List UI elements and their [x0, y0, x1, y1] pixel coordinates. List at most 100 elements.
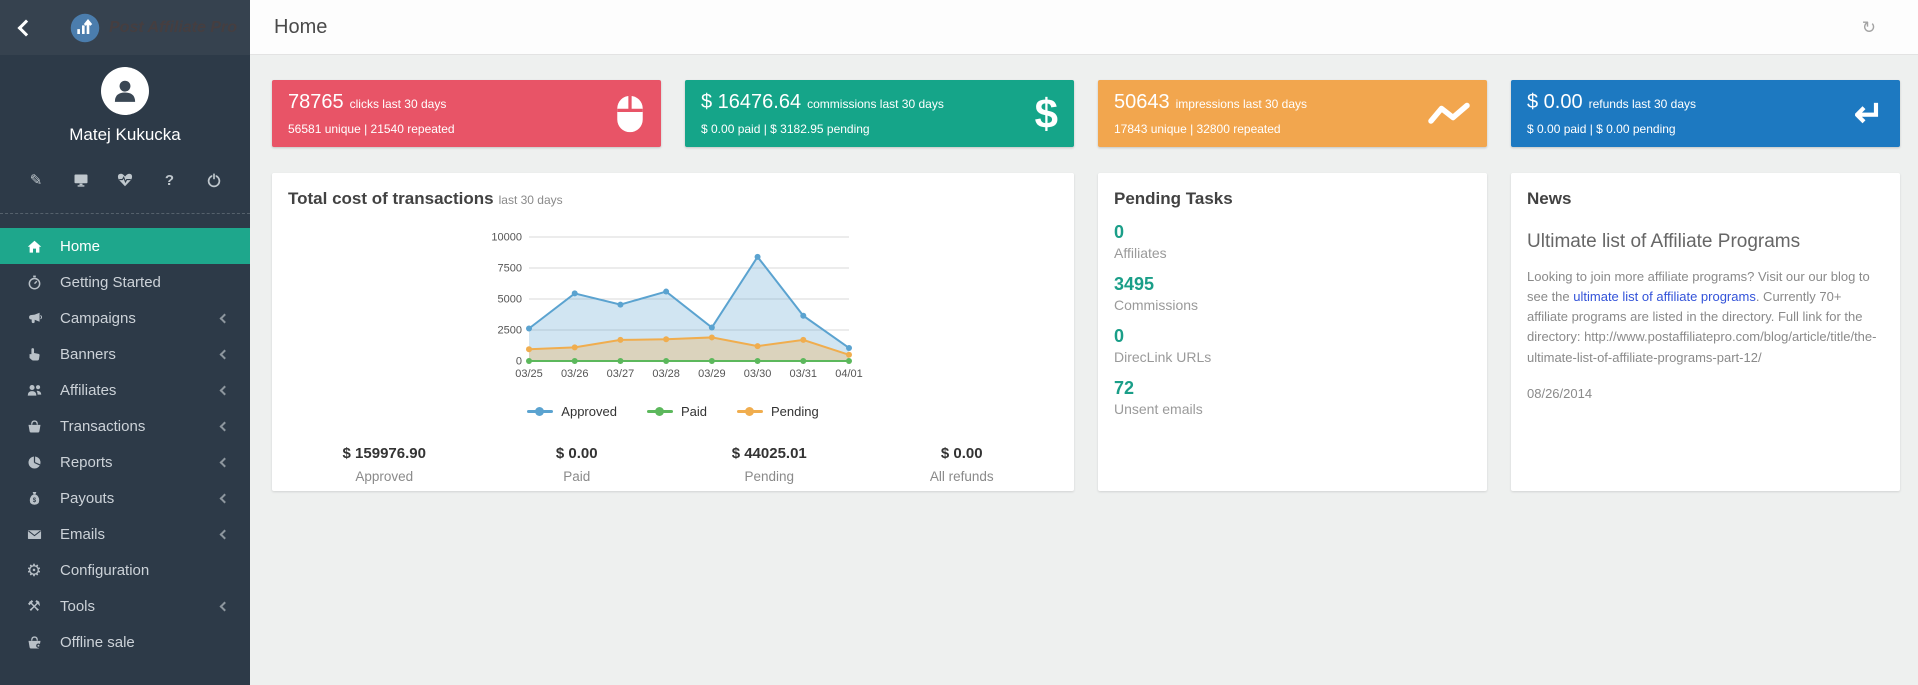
sidebar-item-offline-sale[interactable]: Offline sale [0, 624, 250, 660]
summary-label: Pending [673, 469, 866, 484]
svg-text:10000: 10000 [491, 232, 522, 244]
summary-label: Approved [288, 469, 481, 484]
chevron-left-icon [220, 457, 230, 467]
legend-label: Paid [681, 404, 707, 419]
sidebar-item-payouts[interactable]: $Payouts [0, 480, 250, 516]
stat-card-commissions[interactable]: $ 16476.64commissions last 30 days$ 0.00… [685, 80, 1074, 147]
envelope-icon [24, 527, 44, 542]
stat-desc: commissions last 30 days [807, 97, 944, 111]
sidebar-item-label: Affiliates [60, 382, 116, 399]
chevron-left-icon [220, 601, 230, 611]
summary-label: Paid [481, 469, 674, 484]
sidebar-item-label: Home [60, 238, 100, 255]
svg-text:03/29: 03/29 [698, 368, 726, 380]
summary-pending: $ 44025.01 Pending [673, 445, 866, 484]
summary-value: $ 0.00 [866, 445, 1059, 462]
sidebar-item-label: Getting Started [60, 274, 161, 291]
pending-count[interactable]: 0 [1114, 222, 1471, 243]
pending-tasks-title: Pending Tasks [1114, 189, 1471, 209]
legend-approved[interactable]: Approved [527, 404, 617, 419]
pending-count[interactable]: 0 [1114, 326, 1471, 347]
sidebar-item-affiliates[interactable]: Affiliates [0, 372, 250, 408]
collapse-sidebar-chevron-icon[interactable] [18, 19, 35, 36]
sidebar-item-label: Transactions [60, 418, 145, 435]
svg-text:0: 0 [516, 356, 522, 368]
stat-subline: 56581 unique | 21540 repeated [288, 122, 615, 136]
heartbeat-icon[interactable] [115, 171, 135, 189]
power-icon[interactable] [204, 171, 224, 189]
pending-label: Unsent emails [1114, 401, 1471, 417]
chevron-left-icon [220, 493, 230, 503]
stat-subline: $ 0.00 paid | $ 3182.95 pending [701, 122, 1035, 136]
sidebar-item-label: Campaigns [60, 310, 136, 327]
chevron-left-icon [220, 385, 230, 395]
stat-card-refunds[interactable]: $ 0.00refunds last 30 days$ 0.00 paid | … [1511, 80, 1900, 147]
monitor-icon[interactable] [71, 171, 91, 189]
legend-marker [527, 410, 553, 413]
sidebar-item-label: Banners [60, 346, 116, 363]
stat-card-text: 50643impressions last 30 days17843 uniqu… [1114, 91, 1427, 136]
hand-pointer-icon [24, 347, 44, 362]
stat-subline: 17843 unique | 32800 repeated [1114, 122, 1427, 136]
transactions-summary: $ 159976.90Approved$ 0.00Paid$ 44025.01P… [288, 445, 1058, 484]
stat-value: $ 0.00 [1527, 91, 1583, 113]
svg-text:03/25: 03/25 [515, 368, 543, 380]
stat-card-text: $ 16476.64commissions last 30 days$ 0.00… [701, 91, 1035, 136]
transactions-title-sub: last 30 days [499, 193, 563, 207]
stat-card-clicks[interactable]: 78765clicks last 30 days56581 unique | 2… [272, 80, 661, 147]
legend-pending[interactable]: Pending [737, 404, 819, 419]
pending-commissions: 3495 Commissions [1114, 274, 1471, 313]
summary-value: $ 0.00 [481, 445, 674, 462]
sidebar-item-campaigns[interactable]: Campaigns [0, 300, 250, 336]
svg-text:03/26: 03/26 [561, 368, 589, 380]
sidebar-item-reports[interactable]: Reports [0, 444, 250, 480]
main-area: Home ↻ 78765clicks last 30 days56581 uni… [250, 0, 1918, 685]
stat-card-impressions[interactable]: 50643impressions last 30 days17843 uniqu… [1098, 80, 1487, 147]
sidebar-item-label: Reports [60, 454, 113, 471]
pending-label: Commissions [1114, 297, 1471, 313]
pending-count[interactable]: 72 [1114, 378, 1471, 399]
sidebar-item-tools[interactable]: ⚒Tools [0, 588, 250, 624]
stat-subline: $ 0.00 paid | $ 0.00 pending [1527, 122, 1854, 136]
sidebar-header: Post Affiliate Pro [0, 0, 250, 55]
dashboard-content: 78765clicks last 30 days56581 unique | 2… [250, 55, 1918, 491]
stat-value: 50643 [1114, 91, 1170, 113]
sidebar-menu: Home Getting Started Campaigns Banners Affil… [0, 228, 250, 660]
dollar-icon: $ [1035, 93, 1058, 135]
refresh-icon[interactable]: ↻ [1862, 19, 1876, 36]
sidebar-item-getting-started[interactable]: Getting Started [0, 264, 250, 300]
app-window: Post Affiliate Pro Matej Kukucka ✎? Home… [0, 0, 1918, 685]
summary-approved: $ 159976.90Approved [288, 445, 481, 484]
sidebar-item-emails[interactable]: Emails [0, 516, 250, 552]
sidebar: Post Affiliate Pro Matej Kukucka ✎? Home… [0, 0, 250, 685]
pencil-icon[interactable]: ✎ [26, 171, 46, 189]
help-icon[interactable]: ? [160, 171, 180, 189]
svg-text:2500: 2500 [498, 325, 522, 337]
stat-card-text: 78765clicks last 30 days56581 unique | 2… [288, 91, 615, 136]
sidebar-item-configuration[interactable]: ⚙Configuration [0, 552, 250, 588]
home-icon [24, 239, 44, 254]
news-title: News [1527, 189, 1884, 209]
svg-text:5000: 5000 [498, 294, 522, 306]
legend-paid[interactable]: Paid [647, 404, 707, 419]
news-link[interactable]: ultimate list of affiliate programs [1573, 289, 1756, 304]
legend-label: Approved [561, 404, 617, 419]
stat-desc: clicks last 30 days [350, 97, 447, 111]
pie-chart-icon [24, 455, 44, 470]
chevron-left-icon [220, 529, 230, 539]
top-bar: Home ↻ [250, 0, 1918, 55]
offline-sale-icon [24, 635, 44, 650]
sidebar-item-transactions[interactable]: Transactions [0, 408, 250, 444]
stat-cards-row: 78765clicks last 30 days56581 unique | 2… [272, 80, 1900, 147]
sidebar-divider [0, 213, 250, 214]
users-icon [24, 383, 44, 398]
summary-value: $ 44025.01 [673, 445, 866, 462]
sidebar-item-label: Offline sale [60, 634, 135, 651]
pending-direclink-urls: 0DirecLink URLs [1114, 326, 1471, 365]
summary-label: All refunds [866, 469, 1059, 484]
chevron-left-icon [220, 349, 230, 359]
pending-count[interactable]: 3495 [1114, 274, 1471, 295]
sidebar-item-banners[interactable]: Banners [0, 336, 250, 372]
news-date: 08/26/2014 [1527, 386, 1884, 401]
sidebar-item-home[interactable]: Home [0, 228, 250, 264]
